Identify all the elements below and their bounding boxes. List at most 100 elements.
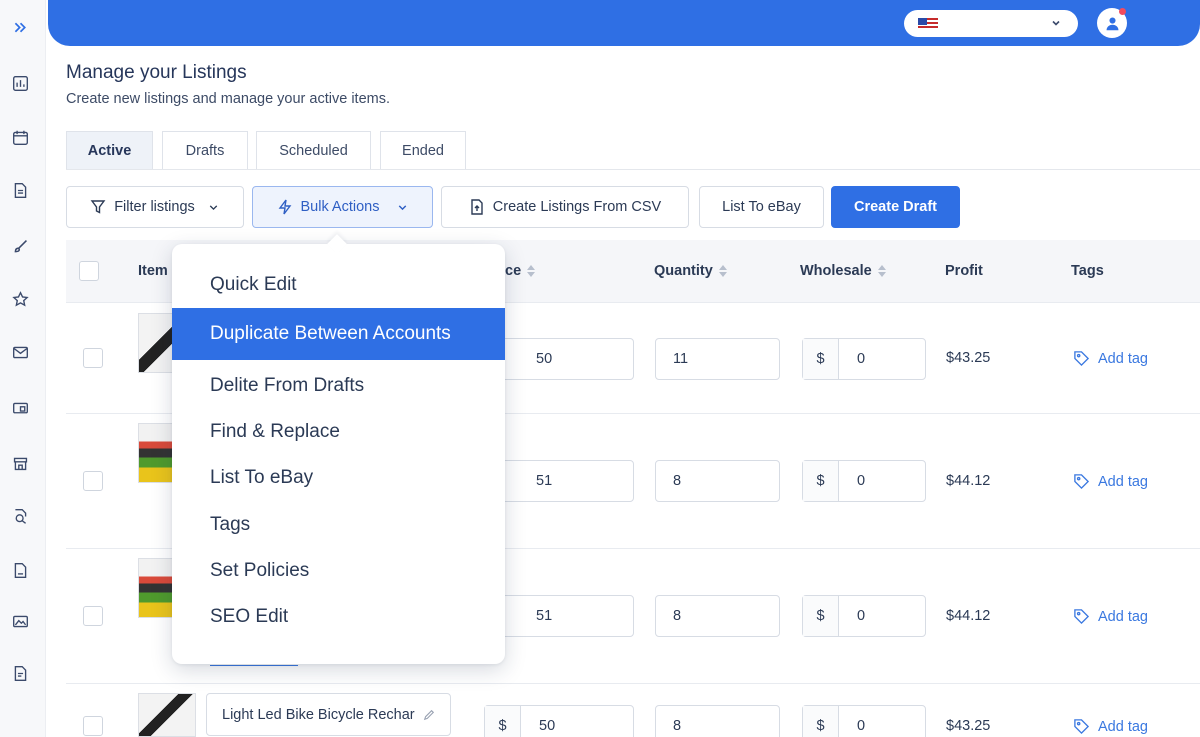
currency-symbol: $: [803, 461, 839, 501]
price-value: 50: [539, 718, 556, 734]
sort-icon: [718, 265, 727, 277]
add-tag-label: Add tag: [1098, 473, 1148, 490]
quantity-input[interactable]: 8: [655, 595, 780, 637]
column-quantity[interactable]: Quantity: [654, 263, 727, 279]
tag-icon: [1074, 351, 1090, 367]
page-subtitle: Create new listings and manage your acti…: [66, 91, 390, 107]
menu-item-duplicate-between-accounts[interactable]: Duplicate Between Accounts: [172, 308, 505, 360]
search-doc-icon[interactable]: [11, 507, 29, 525]
filter-listings-label: Filter listings: [114, 199, 195, 215]
tab-active[interactable]: Active: [66, 131, 153, 170]
pencil-icon: [423, 709, 434, 720]
add-tag-link[interactable]: Add tag: [1073, 350, 1148, 367]
star-icon[interactable]: [11, 290, 29, 308]
price-input[interactable]: $ 50: [484, 705, 634, 737]
profit-value: $43.25: [946, 718, 991, 734]
add-tag-link[interactable]: Add tag: [1073, 473, 1148, 490]
column-item: Item: [138, 263, 168, 279]
us-flag-icon: [918, 18, 938, 30]
row-checkbox[interactable]: [83, 471, 103, 491]
dashboard-icon[interactable]: [11, 74, 29, 92]
product-thumbnail[interactable]: [138, 693, 196, 737]
menu-item-quick-edit[interactable]: Quick Edit: [172, 262, 505, 308]
profit-value: $44.12: [946, 473, 991, 489]
menu-item-tags[interactable]: Tags: [172, 502, 505, 548]
wholesale-value: 0: [857, 473, 866, 489]
quantity-input[interactable]: 11: [655, 338, 780, 380]
currency-symbol: $: [803, 596, 839, 636]
add-tag-link[interactable]: Add tag: [1073, 718, 1148, 735]
lightning-icon: [278, 199, 291, 215]
profit-value: $44.12: [946, 608, 991, 624]
add-tag-link[interactable]: Add tag: [1073, 608, 1148, 625]
store-icon[interactable]: [11, 454, 29, 472]
create-listings-from-csv-button[interactable]: Create Listings From CSV: [441, 186, 689, 228]
brush-icon[interactable]: [11, 237, 29, 255]
select-all-checkbox[interactable]: [79, 261, 99, 281]
profit-value: $43.25: [946, 350, 991, 366]
sidebar: [0, 0, 46, 737]
add-tag-label: Add tag: [1098, 718, 1148, 735]
tab-drafts[interactable]: Drafts: [162, 131, 248, 170]
column-item-label: Item: [138, 263, 168, 279]
mail-icon[interactable]: [11, 343, 29, 361]
wholesale-value: 0: [857, 351, 866, 367]
notification-dot: [1119, 8, 1126, 15]
row-checkbox[interactable]: [83, 606, 103, 626]
list-to-ebay-button[interactable]: List To eBay: [699, 186, 824, 228]
price-input[interactable]: 51: [484, 595, 634, 637]
bulk-actions-label: Bulk Actions: [300, 199, 380, 215]
file-icon[interactable]: [11, 561, 29, 579]
price-input[interactable]: 51: [484, 460, 634, 502]
column-quantity-label: Quantity: [654, 263, 713, 279]
menu-item-delete-from-drafts[interactable]: Delite From Drafts: [172, 363, 505, 409]
image-icon[interactable]: [11, 612, 29, 630]
quantity-input[interactable]: 8: [655, 460, 780, 502]
tag-icon: [1074, 474, 1090, 490]
add-tag-label: Add tag: [1098, 350, 1148, 367]
tab-scheduled[interactable]: Scheduled: [256, 131, 371, 170]
menu-item-seo-edit[interactable]: SEO Edit: [172, 594, 505, 640]
tag-icon: [1074, 719, 1090, 735]
expand-icon[interactable]: [11, 18, 29, 36]
add-tag-label: Add tag: [1098, 608, 1148, 625]
wholesale-input[interactable]: $ 0: [802, 595, 926, 637]
row-checkbox[interactable]: [83, 716, 103, 736]
column-price-label: ce: [505, 263, 522, 279]
wholesale-input[interactable]: $ 0: [802, 338, 926, 380]
calendar-icon[interactable]: [11, 128, 29, 146]
wholesale-input[interactable]: $ 0: [802, 460, 926, 502]
currency-symbol: $: [485, 706, 521, 737]
price-input[interactable]: 50: [484, 338, 634, 380]
tabs-divider: [66, 169, 1200, 170]
bulk-actions-button[interactable]: Bulk Actions: [252, 186, 433, 228]
report-icon[interactable]: [11, 664, 29, 682]
menu-item-find-replace[interactable]: Find & Replace: [172, 409, 505, 455]
column-profit-label: Profit: [945, 263, 983, 279]
language-select[interactable]: [904, 10, 1078, 37]
wholesale-value: 0: [857, 718, 866, 734]
column-price[interactable]: ce: [505, 263, 536, 279]
chevron-down-icon: [1052, 20, 1060, 26]
item-title-input[interactable]: Light Led Bike Bicycle Rechar: [206, 693, 451, 736]
filter-listings-button[interactable]: Filter listings: [66, 186, 244, 228]
currency-symbol: $: [803, 706, 839, 737]
sort-icon: [527, 265, 536, 277]
tag-icon: [1074, 609, 1090, 625]
row-checkbox[interactable]: [83, 348, 103, 368]
create-listings-from-csv-label: Create Listings From CSV: [492, 199, 662, 215]
column-profit: Profit: [945, 263, 983, 279]
quantity-input[interactable]: 8: [655, 705, 780, 737]
column-wholesale[interactable]: Wholesale: [800, 263, 886, 279]
wholesale-input[interactable]: $ 0: [802, 705, 926, 737]
currency-symbol: $: [803, 339, 839, 379]
file-upload-icon: [471, 199, 483, 215]
monitor-icon[interactable]: [11, 399, 29, 417]
bulk-actions-menu: Quick Edit Duplicate Between Accounts De…: [172, 244, 505, 664]
create-draft-button[interactable]: Create Draft: [831, 186, 960, 228]
column-tags: Tags: [1071, 263, 1104, 279]
document-icon[interactable]: [11, 181, 29, 199]
tab-ended[interactable]: Ended: [380, 131, 466, 170]
menu-item-list-to-ebay[interactable]: List To eBay: [172, 455, 505, 501]
menu-item-set-policies[interactable]: Set Policies: [172, 548, 505, 594]
